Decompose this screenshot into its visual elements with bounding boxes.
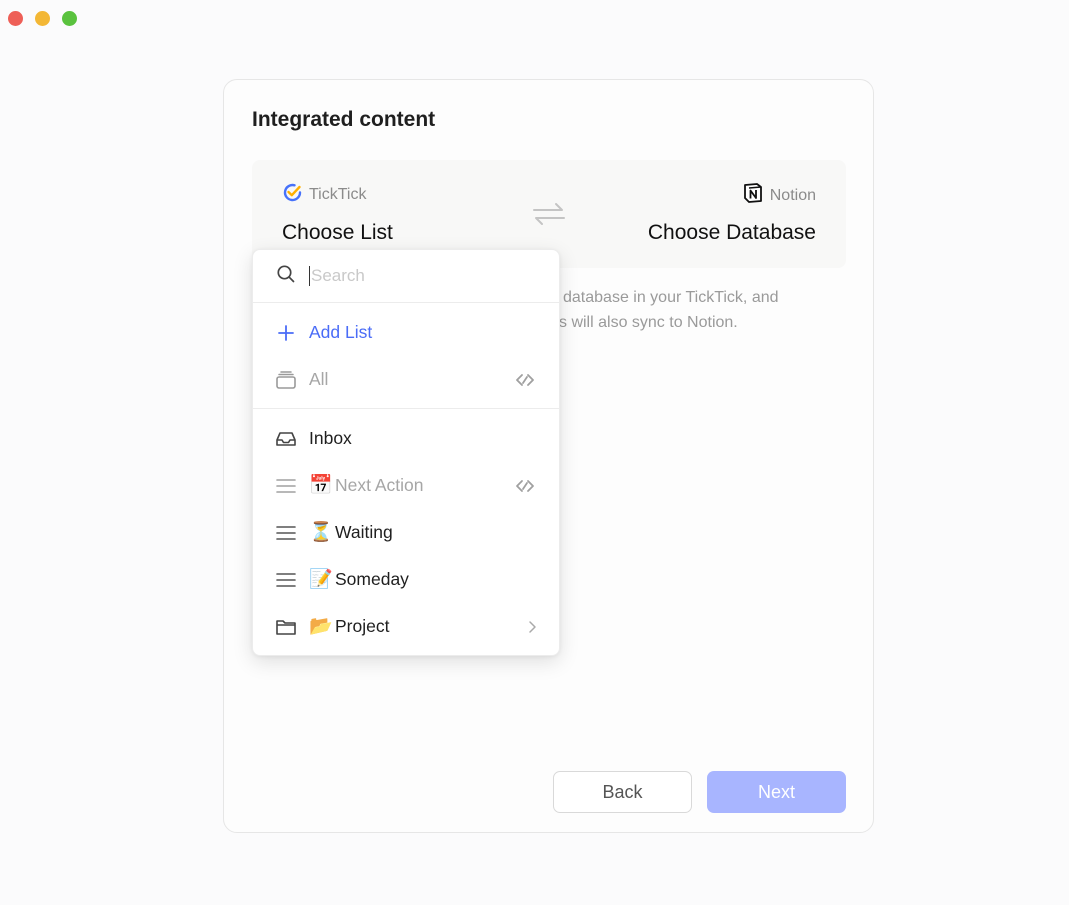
ticktick-label: TickTick xyxy=(282,182,366,208)
list-item-label: Next Action xyxy=(335,475,424,495)
list-icon xyxy=(275,475,297,497)
memo-emoji-icon: 📝 xyxy=(309,569,333,590)
close-window-button[interactable] xyxy=(8,11,23,26)
list-item-waiting[interactable]: ⏳ Waiting xyxy=(253,509,559,556)
list-item-label: Inbox xyxy=(309,428,352,448)
list-item-next-action[interactable]: 📅 Next Action xyxy=(253,462,559,509)
search-icon xyxy=(276,264,296,289)
ticktick-logo-icon xyxy=(282,182,303,208)
add-list-item[interactable]: Add List xyxy=(253,309,559,356)
list-picker-dropdown: Add List All xyxy=(252,249,560,656)
list-item-project[interactable]: 📂 Project xyxy=(253,603,559,650)
calendar-emoji-icon: 📅 xyxy=(309,475,333,496)
swap-arrows-icon xyxy=(532,200,566,233)
window-controls xyxy=(8,11,77,26)
search-bar xyxy=(253,250,559,303)
notion-logo-icon xyxy=(742,182,764,209)
inbox-icon xyxy=(275,428,297,450)
folder-icon xyxy=(275,616,297,638)
add-list-label: Add List xyxy=(309,322,373,342)
back-button[interactable]: Back xyxy=(553,771,692,813)
list-item-inbox[interactable]: Inbox xyxy=(253,415,559,462)
list-item-label: Someday xyxy=(335,569,409,589)
hourglass-emoji-icon: ⏳ xyxy=(309,522,333,543)
list-item-label: Waiting xyxy=(335,522,393,542)
list-icon xyxy=(275,522,297,544)
notion-label: Notion xyxy=(742,182,816,209)
notion-name: Notion xyxy=(769,186,816,204)
choose-database-button[interactable]: Choose Database xyxy=(648,221,816,245)
list-item-all[interactable]: All xyxy=(253,356,559,403)
zoom-window-button[interactable] xyxy=(62,11,77,26)
list-item-label: All xyxy=(309,369,329,389)
next-button[interactable]: Next xyxy=(707,771,846,813)
plus-icon xyxy=(275,322,297,344)
search-input[interactable] xyxy=(309,266,529,286)
page-title: Integrated content xyxy=(252,108,436,131)
folder-emoji-icon: 📂 xyxy=(309,616,333,637)
choose-list-button[interactable]: Choose List xyxy=(282,221,393,245)
list-item-someday[interactable]: 📝 Someday xyxy=(253,556,559,603)
stack-icon xyxy=(275,369,297,391)
ticktick-name: TickTick xyxy=(309,186,367,203)
list-icon xyxy=(275,569,297,591)
menu-divider xyxy=(253,408,559,409)
link-icon xyxy=(513,478,537,494)
minimize-window-button[interactable] xyxy=(35,11,50,26)
list-item-label: Project xyxy=(335,616,390,636)
app-window: Integrated content TickTick Choose List xyxy=(0,0,1069,905)
link-icon xyxy=(513,372,537,388)
chevron-right-icon xyxy=(527,620,537,634)
